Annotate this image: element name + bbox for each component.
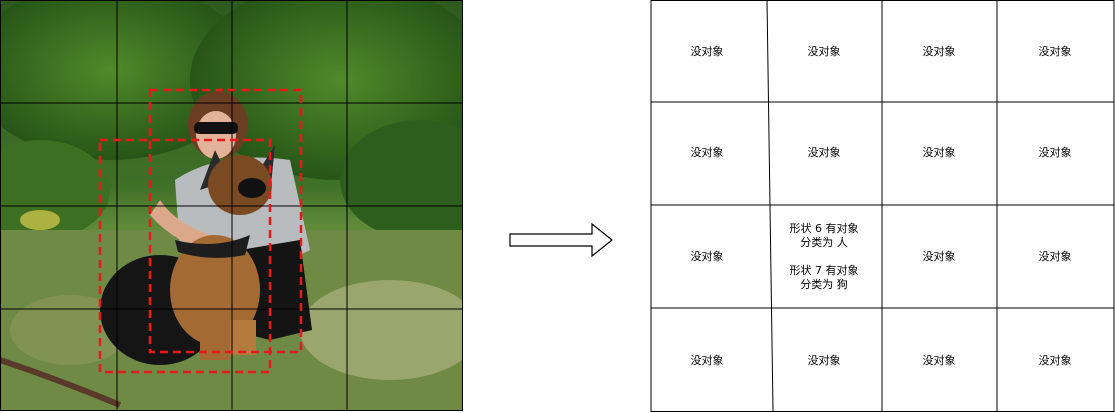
cell-label-r0-c1: 没对象 bbox=[808, 44, 841, 58]
cell-label-r2-c1-line-3: 形状 7 有对象 bbox=[790, 263, 859, 277]
photo-panel bbox=[0, 0, 463, 411]
cell-label-r3-c3: 没对象 bbox=[1039, 353, 1072, 367]
cell-label-r0-c2: 没对象 bbox=[923, 44, 956, 58]
cell-label-r2-c1-line-4: 分类为 狗 bbox=[800, 277, 848, 291]
cell-label-r1-c1: 没对象 bbox=[808, 145, 841, 159]
cell-label-r0-c0: 没对象 bbox=[691, 44, 724, 58]
cell-label-r3-c0: 没对象 bbox=[691, 353, 724, 367]
cell-label-r3-c2: 没对象 bbox=[923, 353, 956, 367]
cell-label-r2-c0: 没对象 bbox=[691, 249, 724, 263]
cell-label-r2-c1-line-1: 分类为 人 bbox=[800, 235, 848, 249]
cell-label-r1-c3: 没对象 bbox=[1039, 145, 1072, 159]
grid-borders bbox=[650, 0, 1115, 412]
cell-label-r2-c3: 没对象 bbox=[1039, 249, 1072, 263]
right-arrow-icon bbox=[509, 222, 613, 258]
cell-label-r0-c3: 没对象 bbox=[1039, 44, 1072, 58]
cell-label-r3-c1: 没对象 bbox=[808, 353, 841, 367]
cell-label-r2-c1-line-0: 形状 6 有对象 bbox=[790, 221, 859, 235]
cell-label-r2-c2: 没对象 bbox=[923, 249, 956, 263]
result-grid: 没对象 没对象 没对象 没对象没对象 没对象 没对象 没对象没对象形状 6 有对象分类为 人… bbox=[650, 0, 1115, 412]
cell-label-r1-c2: 没对象 bbox=[923, 145, 956, 159]
cell-label-r1-c0: 没对象 bbox=[691, 145, 724, 159]
